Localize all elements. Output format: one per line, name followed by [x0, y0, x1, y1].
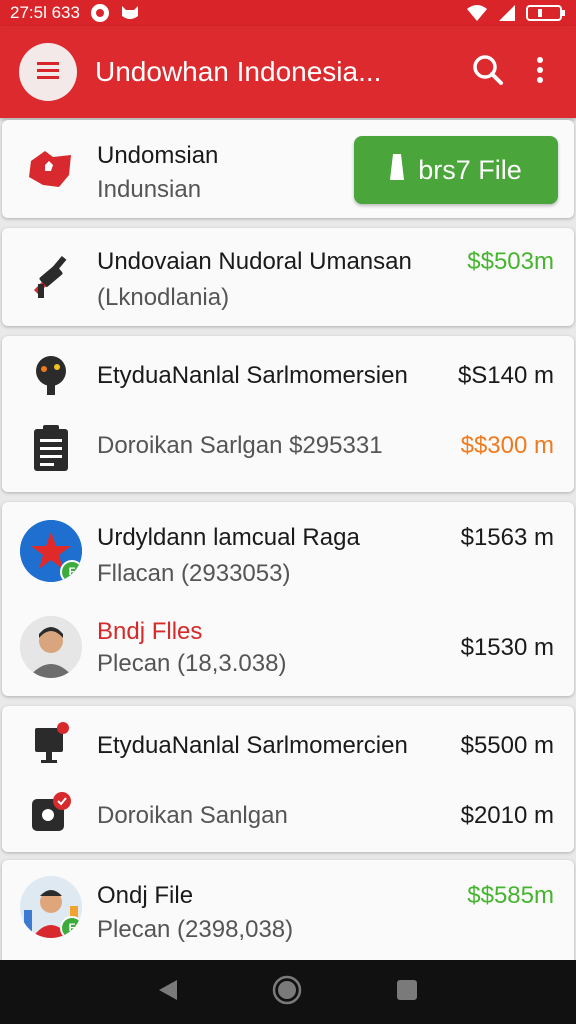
open-file-button[interactable]: brs7 File	[354, 136, 558, 204]
search-icon	[472, 54, 504, 91]
status-bar: 27:5l 633	[0, 0, 576, 26]
signal-icon	[498, 4, 516, 22]
app-title: Undowhan Indonesia...	[95, 56, 382, 87]
system-nav-bar	[0, 960, 576, 1024]
list-item[interactable]: Doroikan Sanlgan $2010 m	[2, 778, 574, 852]
item-title: Urdyldann lamcual Raga	[97, 524, 360, 551]
item-amount: $$503m	[467, 248, 554, 275]
list-item[interactable]: F Ondj File Plecan (2398,038) $$585m	[2, 860, 574, 960]
item-amount: $$300 m	[460, 432, 554, 459]
tree-icon	[20, 344, 82, 406]
battery-icon	[526, 4, 566, 22]
list-card[interactable]: EtyduaNanlal Sarlmomersien $S140 m Doroi…	[2, 336, 574, 492]
status-time: 27:5l 633	[10, 3, 80, 22]
status-badge: F	[60, 560, 82, 582]
header-subtitle: Indunsian	[97, 176, 202, 203]
item-amount: $$585m	[467, 882, 554, 909]
recents-icon[interactable]	[395, 978, 419, 1007]
list-item[interactable]: Doroikan Sarlgan $295331 $$300 m	[2, 414, 574, 492]
item-amount: $2010 m	[460, 802, 554, 829]
list-item[interactable]: EtyduaNanlal Sarlmomercien $5500 m	[2, 706, 574, 778]
monitor-icon	[20, 712, 82, 774]
map-flag-icon	[20, 138, 82, 200]
back-icon[interactable]	[157, 978, 179, 1007]
open-file-label: brs7 File	[418, 154, 522, 185]
item-title: EtyduaNanlal Sarlmomercien	[97, 732, 408, 759]
item-amount: $5500 m	[460, 732, 554, 759]
file-icon	[390, 153, 405, 187]
app-bar: Undowhan Indonesia...	[0, 26, 576, 118]
more-vert-icon	[536, 56, 544, 88]
item-subtitle: Fllacan (2933053)	[97, 560, 291, 587]
status-badge: F	[60, 916, 82, 938]
drill-icon	[20, 246, 82, 308]
item-subtitle: Plecan (18,3.038)	[97, 650, 287, 677]
item-title: Undovaian Nudoral Umansan	[97, 248, 412, 275]
menu-button[interactable]	[19, 43, 77, 101]
menu-icon	[37, 61, 59, 84]
header-card[interactable]: Undomsian Indunsian brs7 File	[2, 120, 574, 218]
search-button[interactable]	[462, 46, 514, 98]
header-title: Undomsian	[97, 142, 219, 169]
cat-icon	[120, 4, 140, 22]
list-item[interactable]: F Urdyldann lamcual Raga Fllacan (293305…	[2, 502, 574, 598]
clock-badge-icon	[20, 782, 82, 844]
item-amount: $1563 m	[460, 524, 554, 551]
item-title: EtyduaNanlal Sarlmomersien	[97, 362, 408, 389]
list-item[interactable]: Undovaian Nudoral Umansan (Lknodlania) $…	[2, 228, 574, 326]
app-notification-icon	[90, 3, 110, 23]
wifi-icon	[466, 4, 488, 22]
item-subtitle: Doroikan Sanlgan	[97, 802, 288, 829]
item-title: Ondj File	[97, 882, 194, 909]
item-title: Bndj Flles	[97, 618, 203, 645]
list-card[interactable]: Undovaian Nudoral Umansan (Lknodlania) $…	[2, 228, 574, 326]
person-avatar-icon	[20, 616, 82, 678]
list-card[interactable]: F Urdyldann lamcual Raga Fllacan (293305…	[2, 502, 574, 696]
list-item[interactable]: Bndj Flles Plecan (18,3.038) $1530 m	[2, 598, 574, 696]
home-icon[interactable]	[272, 975, 302, 1010]
item-subtitle: Doroikan Sarlgan $295331	[97, 432, 383, 459]
list-item[interactable]: EtyduaNanlal Sarlmomersien $S140 m	[2, 336, 574, 414]
results-list[interactable]: Undomsian Indunsian brs7 File Undovaian …	[0, 118, 576, 960]
list-card[interactable]: F Ondj File Plecan (2398,038) $$585m	[2, 860, 574, 960]
star-globe-icon: F	[20, 520, 82, 582]
item-amount: $1530 m	[460, 634, 554, 661]
list-card[interactable]: EtyduaNanlal Sarlmomercien $5500 m Doroi…	[2, 706, 574, 852]
item-amount: $S140 m	[457, 362, 554, 389]
person-avatar-icon: F	[20, 876, 82, 938]
clipboard-icon	[20, 418, 82, 480]
item-subtitle: (Lknodlania)	[97, 284, 230, 311]
more-options-button[interactable]	[514, 46, 566, 98]
item-subtitle: Plecan (2398,038)	[97, 916, 294, 943]
